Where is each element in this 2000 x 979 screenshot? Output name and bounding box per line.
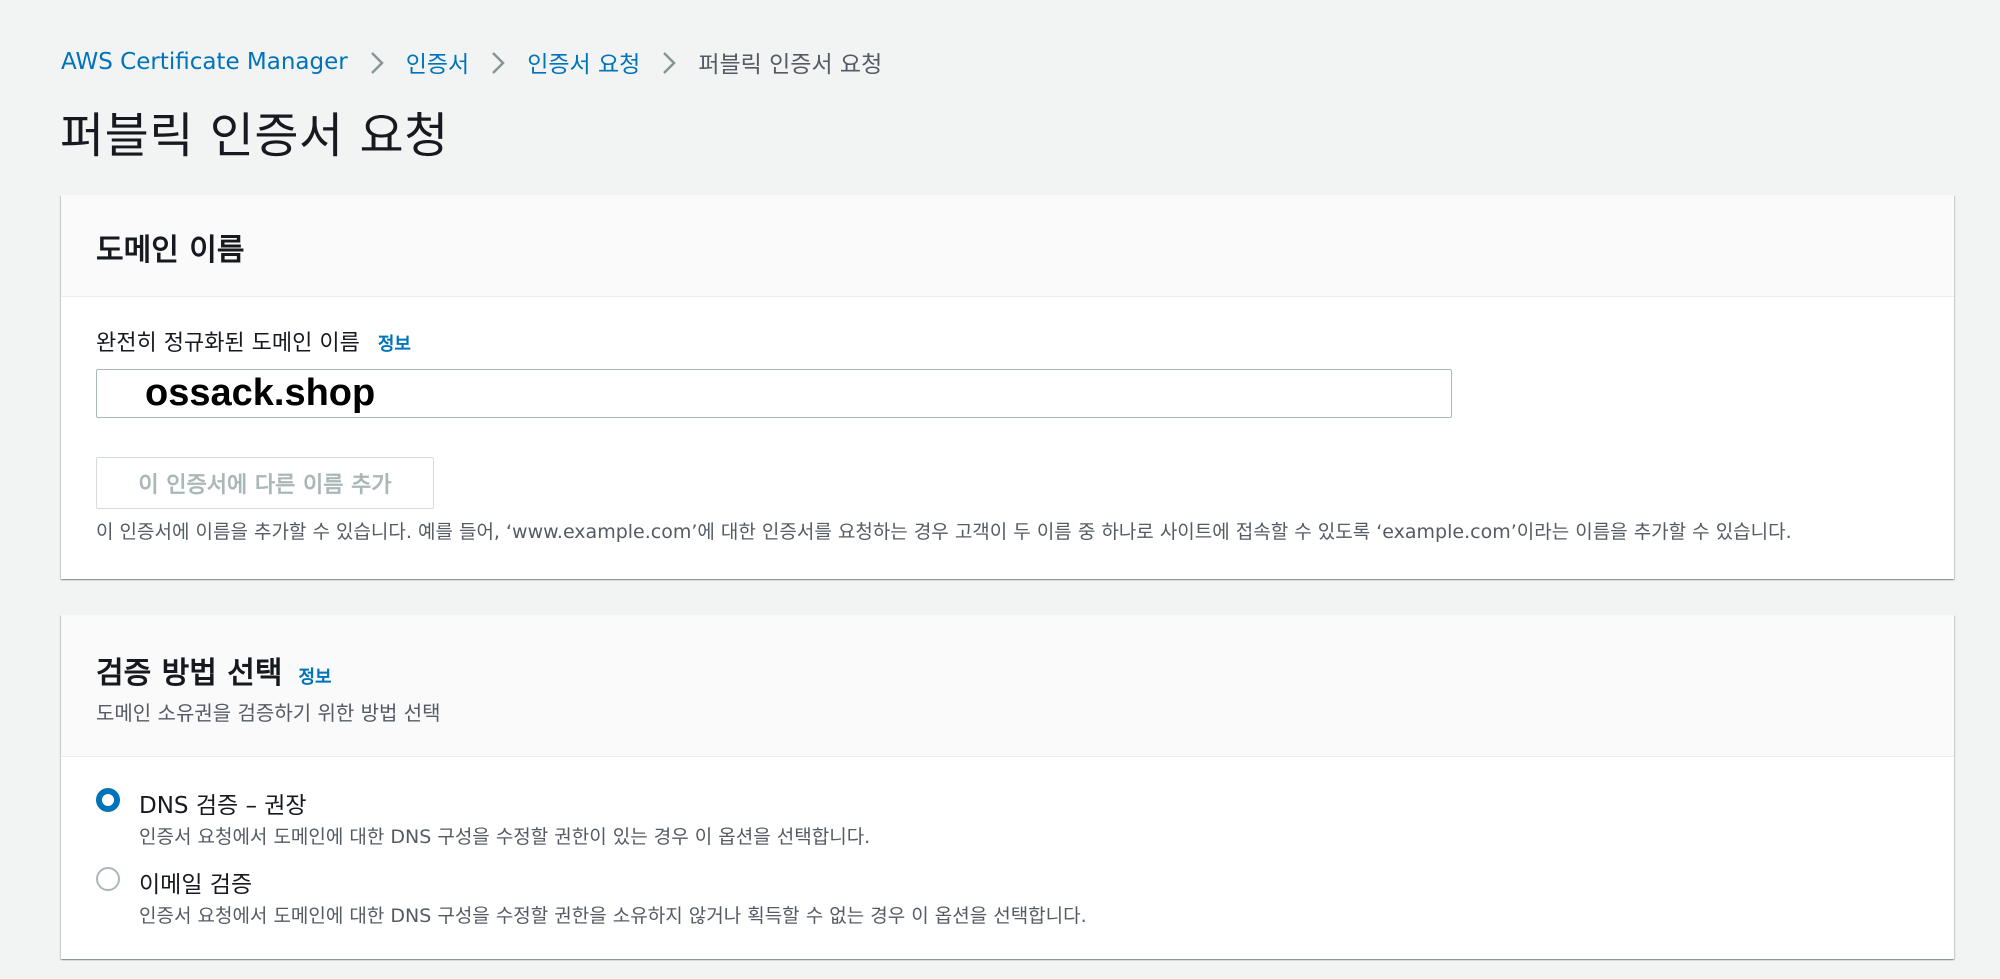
breadcrumb-current: 퍼블릭 인증서 요청	[698, 52, 883, 78]
fqdn-input[interactable]	[96, 369, 1452, 418]
chevron-right-icon	[348, 44, 406, 80]
add-name-description: 이 인증서에 이름을 추가할 수 있습니다. 예를 들어, ‘www.examp…	[96, 521, 1792, 543]
email-validation-label: 이메일 검증	[139, 872, 253, 898]
domain-panel-header: 도메인 이름	[61, 195, 1954, 297]
email-validation-description: 인증서 요청에서 도메인에 대한 DNS 구성을 수정할 권한을 소유하지 않거…	[139, 905, 1087, 927]
page-title: 퍼블릭 인증서 요청	[60, 108, 449, 164]
dns-validation-option[interactable]: DNS 검증 – 권장 인증서 요청에서 도메인에 대한 DNS 구성을 수정할…	[96, 786, 1896, 848]
add-another-name-button[interactable]: 이 인증서에 다른 이름 추가	[96, 457, 434, 509]
breadcrumb-item-certificates[interactable]: 인증서	[406, 45, 469, 79]
dns-validation-description: 인증서 요청에서 도메인에 대한 DNS 구성을 수정할 권한이 있는 경우 이…	[139, 826, 871, 848]
breadcrumb-item-certificate-manager[interactable]: AWS Certificate Manager	[61, 49, 348, 75]
validation-method-panel: 검증 방법 선택 정보 도메인 소유권을 검증하기 위한 방법 선택 DNS 검…	[61, 615, 1954, 959]
validation-panel-description: 도메인 소유권을 검증하기 위한 방법 선택	[96, 701, 441, 725]
fqdn-info-link[interactable]: 정보	[378, 330, 411, 356]
breadcrumb-item-request-certificate[interactable]: 인증서 요청	[527, 45, 640, 79]
validation-title-text: 검증 방법 선택	[96, 656, 283, 691]
breadcrumb: AWS Certificate Manager 인증서 인증서 요청 퍼블릭 인…	[61, 44, 882, 80]
domain-name-panel: 도메인 이름 완전히 정규화된 도메인 이름 정보 이 인증서에 다른 이름 추…	[61, 195, 1954, 579]
chevron-right-icon	[640, 44, 698, 80]
dns-validation-radio[interactable]	[96, 788, 120, 812]
dns-validation-label: DNS 검증 – 권장	[139, 793, 307, 819]
fqdn-label-text: 완전히 정규화된 도메인 이름	[96, 331, 360, 356]
email-validation-option[interactable]: 이메일 검증 인증서 요청에서 도메인에 대한 DNS 구성을 수정할 권한을 …	[96, 865, 1896, 927]
domain-panel-title: 도메인 이름	[96, 233, 245, 268]
validation-panel-header: 검증 방법 선택 정보 도메인 소유권을 검증하기 위한 방법 선택	[61, 615, 1954, 757]
fqdn-field-label: 완전히 정규화된 도메인 이름 정보	[96, 325, 411, 357]
chevron-right-icon	[469, 44, 527, 80]
email-validation-radio[interactable]	[96, 867, 120, 891]
validation-info-link[interactable]: 정보	[299, 663, 332, 689]
validation-panel-title: 검증 방법 선택 정보	[96, 648, 332, 692]
